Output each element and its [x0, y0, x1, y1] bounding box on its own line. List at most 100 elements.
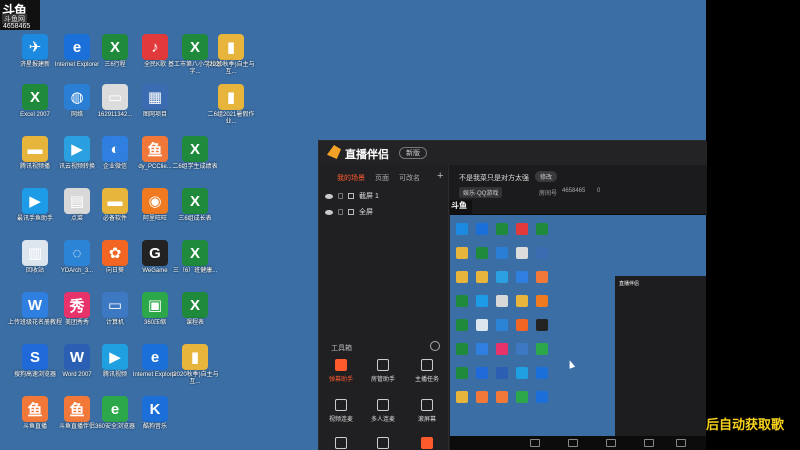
preview-mini-icon [456, 343, 468, 355]
stream-side-band [706, 0, 800, 450]
tool-item[interactable]: 虚拟形象 [321, 437, 361, 450]
app-icon: G [142, 240, 168, 266]
preview-mini-icon [516, 223, 528, 235]
tab-page[interactable]: 页面 [375, 173, 389, 183]
lock-icon[interactable] [338, 209, 343, 215]
preview-mini-icon [496, 343, 508, 355]
desktop-icon-label: (2020秋季)自主与互... [171, 372, 219, 385]
toolbox-settings-icon[interactable] [430, 341, 440, 351]
preview-mini-icon [516, 247, 528, 259]
tool-label: 主播任务 [414, 377, 439, 383]
tool-label: 弹幕助手 [328, 377, 353, 383]
preview-mini-icon [456, 295, 468, 307]
app-icon: ▭ [102, 292, 128, 318]
app-icon: e [102, 396, 128, 422]
desktop-icon[interactable]: K 酷狗音乐 [126, 396, 184, 431]
desktop-icon-label: 360压缩 [143, 320, 166, 326]
preview-mini-icon [456, 271, 468, 283]
preview-mini-icon [476, 271, 488, 283]
preview-mini-icon [496, 223, 508, 235]
screen-icon [348, 209, 354, 215]
desktop-icon-label: 阿里旺旺 [142, 216, 167, 222]
tool-icon [377, 437, 389, 449]
desktop-icon-label: 图网项目 [142, 112, 167, 118]
app-icon: 鱼 [142, 136, 168, 162]
preview-mini-icon [496, 271, 508, 283]
desktop-icon-label: 斗鱼直播 [22, 424, 47, 430]
app-icon: ▬ [22, 136, 48, 162]
preview-mini-icon [516, 271, 528, 283]
preview-mini-icon [536, 319, 548, 331]
toolbox-label: 工具箱 [331, 345, 352, 352]
preview-mini-icon [536, 391, 548, 403]
tab-rename[interactable]: 可改名 [399, 173, 420, 183]
preview-mini-icon [476, 247, 488, 259]
desktop-icon[interactable]: ▦ 图网项目 [126, 84, 184, 119]
preview-mini-icon [496, 391, 508, 403]
desktop-icon[interactable]: ▮ 二6组2021暑假作业... [202, 84, 260, 126]
tool-item[interactable]: 房管助手 [363, 359, 403, 383]
preview-mini-icon [496, 295, 508, 307]
desktop-icon-label: 二6组2021暑假作业... [207, 112, 255, 125]
eye-icon[interactable] [325, 193, 333, 199]
desktop-icon-label: 全民K歌 [143, 62, 166, 68]
app-icon: ▶ [22, 188, 48, 214]
lock-icon[interactable] [338, 193, 343, 199]
desktop-icon[interactable]: ▮ (2020秋季)自主与互... [166, 344, 224, 386]
category-chip[interactable]: 娱乐·QQ游戏 [459, 187, 503, 198]
stream-info-bar: 不是我菜只是对方太强 修改 娱乐·QQ游戏 房间号 4658465 0 [449, 165, 707, 215]
desktop-icon[interactable]: X 三（6）班健康... [166, 240, 224, 275]
app-icon: X [102, 34, 128, 60]
tool-item[interactable]: 多人连麦 [363, 399, 403, 423]
preview-mini-icon [516, 391, 528, 403]
tool-item[interactable]: 歌词助手 [407, 437, 447, 450]
source-label: 全屏 [359, 209, 373, 216]
tool-item[interactable]: 视频连麦 [321, 399, 361, 423]
preview-mini-icon [536, 223, 548, 235]
tool-item[interactable]: 滚屏幕 [407, 399, 447, 423]
app-icon: ▮ [218, 84, 244, 110]
desktop-icon[interactable]: X 二6组学生成绩表 [166, 136, 224, 171]
desktop-icon[interactable]: X 课程表 [166, 292, 224, 327]
eye-icon[interactable] [325, 209, 333, 215]
app-icon: ✈ [22, 34, 48, 60]
preview-mini-icon [476, 223, 488, 235]
app-icon: ◐ [102, 136, 128, 162]
app-icon: e [142, 344, 168, 370]
preview-mini-icon [476, 343, 488, 355]
tool-item[interactable]: 弹幕库 [363, 437, 403, 450]
room-number: 4658465 [562, 188, 586, 194]
app-icon: ✿ [102, 240, 128, 266]
tool-icon [335, 437, 347, 449]
app-title: 直播伴侣 [345, 149, 389, 161]
desktop-icon-label: 三6组成长表 [178, 216, 212, 222]
tab-my-scenes[interactable]: 我的场景 [337, 173, 365, 183]
edit-title-button[interactable]: 修改 [535, 171, 558, 182]
source-row[interactable]: 截屏 1 [325, 189, 443, 203]
desktop-icon-label: 必备软件 [102, 216, 127, 222]
tool-icon [421, 399, 433, 411]
preview-mini-icon [496, 367, 508, 379]
popularity-count: 0 [597, 188, 601, 194]
preview-mini-icon [536, 247, 548, 259]
desktop-icon-label: 回收站 [25, 268, 44, 274]
add-scene-button[interactable]: + [437, 170, 443, 182]
preview-app-window: 直播伴侣 [615, 276, 706, 436]
desktop-icon-label: 点菜 [70, 216, 83, 222]
preview-mini-icon [476, 391, 488, 403]
desktop-icon-label: 三（6）班健康... [172, 268, 218, 274]
tool-item[interactable]: 主播任务 [407, 359, 447, 383]
desktop-icon-label: (2020秋季)自主与互... [207, 62, 255, 75]
preview-mini-icon [476, 295, 488, 307]
app-header: 直播伴侣 新版 [319, 141, 707, 165]
app-icon: K [142, 396, 168, 422]
desktop-icon[interactable]: ▮ (2020秋季)自主与互... [202, 34, 260, 76]
desktop-icon[interactable]: X 三6组成长表 [166, 188, 224, 223]
preview-mini-icon [516, 343, 528, 355]
tool-label: 房管助手 [370, 377, 395, 383]
tool-item[interactable]: 弹幕助手 [321, 359, 361, 383]
app-icon: X [182, 188, 208, 214]
source-row[interactable]: 全屏 [325, 205, 443, 219]
version-badge[interactable]: 新版 [399, 147, 427, 159]
preview-mini-icon [456, 319, 468, 331]
